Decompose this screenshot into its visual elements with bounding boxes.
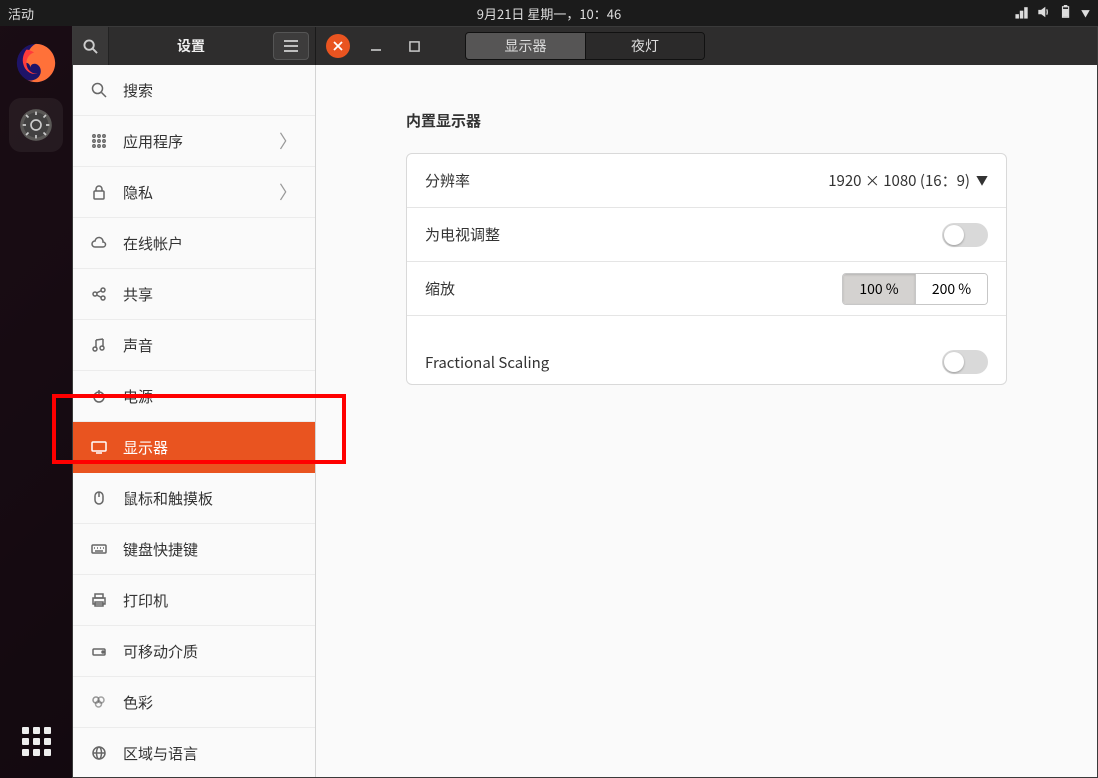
- printer-icon: [91, 592, 107, 608]
- main-panel: 内置显示器 分辨率 1920 × 1080 (16：9) ▼ 为电视调整 缩放 …: [316, 65, 1097, 777]
- battery-icon: [1059, 4, 1073, 23]
- row-label: 分辨率: [425, 170, 828, 191]
- settings-list: 分辨率 1920 × 1080 (16：9) ▼ 为电视调整 缩放 100 % …: [406, 153, 1007, 385]
- keyboard-icon: [91, 541, 107, 557]
- row-label: 缩放: [425, 278, 842, 299]
- section-title: 内置显示器: [406, 110, 1007, 131]
- tab-displays[interactable]: 显示器: [466, 33, 585, 59]
- window-minimize-button[interactable]: [364, 34, 388, 58]
- window-title: 设置: [109, 36, 273, 56]
- sidebar-item-printers[interactable]: 打印机: [73, 575, 315, 626]
- lock-icon: [91, 184, 107, 200]
- grid-icon: [91, 133, 107, 149]
- sidebar-item-region[interactable]: 区域与语言: [73, 728, 315, 777]
- sidebar-item-sound[interactable]: 声音: [73, 320, 315, 371]
- chevron-right-icon: 〉: [279, 128, 297, 154]
- chevron-right-icon: 〉: [279, 179, 297, 205]
- sidebar-item-label: 色彩: [123, 692, 153, 713]
- sidebar-item-label: 区域与语言: [123, 743, 198, 764]
- activities-button[interactable]: 活动: [8, 4, 34, 23]
- resolution-value: 1920 × 1080 (16：9): [828, 170, 970, 191]
- sidebar-item-sharing[interactable]: 共享: [73, 269, 315, 320]
- sidebar-item-search[interactable]: 搜索: [73, 65, 315, 116]
- headerbar-right: 显示器 夜灯: [316, 27, 1097, 65]
- globe-icon: [91, 745, 107, 761]
- mouse-icon: [91, 490, 107, 506]
- sidebar-item-online-accounts[interactable]: 在线帐户: [73, 218, 315, 269]
- drive-icon: [91, 643, 107, 659]
- sidebar-item-label: 隐私: [123, 182, 153, 203]
- cloud-icon: [91, 235, 107, 251]
- sidebar-item-label: 显示器: [123, 437, 168, 458]
- sidebar-item-keyboard[interactable]: 键盘快捷键: [73, 524, 315, 575]
- share-icon: [91, 286, 107, 302]
- window-maximize-button[interactable]: [402, 34, 426, 58]
- headerbar-left: 设置: [73, 27, 316, 65]
- dock-settings[interactable]: [9, 98, 63, 152]
- row-label: 为电视调整: [425, 224, 942, 245]
- status-tray[interactable]: ▼: [1015, 4, 1090, 23]
- network-icon: [1015, 4, 1029, 23]
- clock[interactable]: 9月21日 星期一，10：46: [477, 4, 621, 23]
- apps-grid-icon: [22, 727, 51, 756]
- window-close-button[interactable]: [326, 34, 350, 58]
- sidebar-item-label: 在线帐户: [123, 233, 183, 254]
- row-tv-adjust: 为电视调整: [407, 208, 1006, 262]
- hamburger-menu-button[interactable]: [273, 32, 309, 60]
- sidebar-item-label: 键盘快捷键: [123, 539, 198, 560]
- sidebar-item-mouse[interactable]: 鼠标和触摸板: [73, 473, 315, 524]
- row-label: Fractional Scaling: [425, 352, 942, 373]
- scale-200-button[interactable]: 200 %: [915, 274, 987, 304]
- tv-adjust-toggle[interactable]: [942, 223, 988, 247]
- sidebar-item-label: 应用程序: [123, 131, 183, 152]
- chevron-down-icon: ▼: [1081, 7, 1090, 20]
- sidebar-item-label: 声音: [123, 335, 153, 356]
- sidebar-item-power[interactable]: 电源: [73, 371, 315, 422]
- sidebar-item-label: 电源: [123, 386, 153, 407]
- sidebar-item-privacy[interactable]: 隐私 〉: [73, 167, 315, 218]
- dock-apps-button[interactable]: [9, 714, 63, 768]
- color-icon: [91, 694, 107, 710]
- settings-window: 设置 显示器 夜灯 搜索: [72, 26, 1098, 778]
- sidebar-item-label: 打印机: [123, 590, 168, 611]
- dock-firefox[interactable]: [9, 36, 63, 90]
- tab-switcher: 显示器 夜灯: [465, 32, 705, 60]
- music-icon: [91, 337, 107, 353]
- sidebar-item-label: 共享: [123, 284, 153, 305]
- sidebar-item-color[interactable]: 色彩: [73, 677, 315, 728]
- sidebar-item-label: 可移动介质: [123, 641, 198, 662]
- headerbar: 设置 显示器 夜灯: [73, 27, 1097, 65]
- sidebar: 搜索 应用程序 〉 隐私 〉 在线帐户 共享 声音: [73, 65, 316, 777]
- fractional-scaling-toggle[interactable]: [942, 350, 988, 374]
- row-resolution[interactable]: 分辨率 1920 × 1080 (16：9) ▼: [407, 154, 1006, 208]
- sidebar-item-label: 鼠标和触摸板: [123, 488, 213, 509]
- row-scale: 缩放 100 % 200 %: [407, 262, 1006, 316]
- sidebar-item-label: 搜索: [123, 80, 153, 101]
- sidebar-item-displays[interactable]: 显示器: [73, 422, 315, 473]
- display-icon: [91, 439, 107, 455]
- search-icon: [91, 82, 107, 98]
- content-area: 搜索 应用程序 〉 隐私 〉 在线帐户 共享 声音: [73, 65, 1097, 777]
- sidebar-item-applications[interactable]: 应用程序 〉: [73, 116, 315, 167]
- power-icon: [91, 388, 107, 404]
- scale-100-button[interactable]: 100 %: [843, 274, 915, 304]
- tab-nightlight[interactable]: 夜灯: [585, 33, 704, 59]
- chevron-down-icon: ▼: [976, 172, 988, 189]
- scale-segmented: 100 % 200 %: [842, 273, 988, 305]
- dock: [0, 26, 72, 778]
- volume-icon: [1037, 4, 1051, 23]
- top-panel: 活动 9月21日 星期一，10：46 ▼: [0, 0, 1098, 26]
- sidebar-item-removable-media[interactable]: 可移动介质: [73, 626, 315, 677]
- row-fractional-scaling: Fractional Scaling: [407, 316, 1006, 384]
- header-search-button[interactable]: [73, 27, 109, 65]
